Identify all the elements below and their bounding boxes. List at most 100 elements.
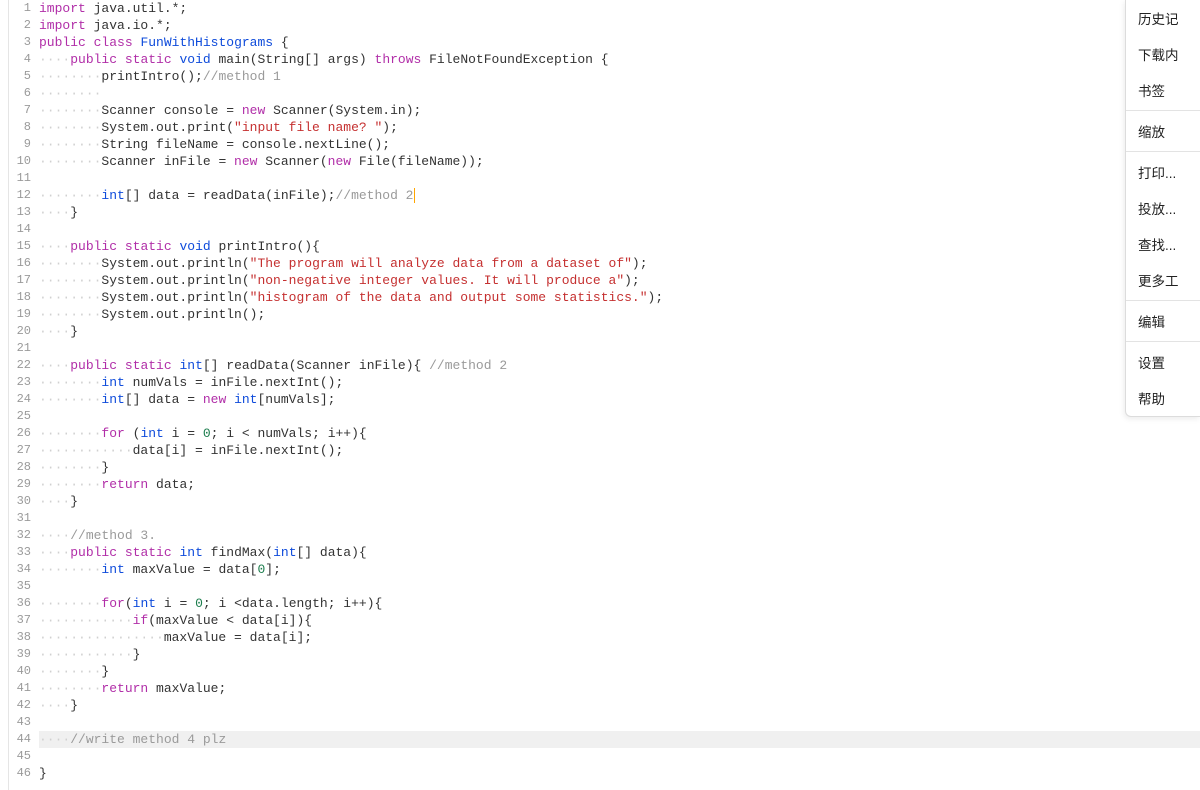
code-line[interactable]: ····} <box>39 697 1200 714</box>
code-line[interactable]: } <box>39 765 1200 782</box>
code-area[interactable]: import java.util.*;import java.io.*;publ… <box>39 0 1200 790</box>
token-def: i = <box>164 426 203 441</box>
indent-guide: ········ <box>39 256 101 271</box>
code-line[interactable]: ········System.out.println(); <box>39 306 1200 323</box>
code-line[interactable]: ········} <box>39 663 1200 680</box>
code-line[interactable]: ········return maxValue; <box>39 680 1200 697</box>
menu-item[interactable]: 缩放 <box>1126 113 1200 149</box>
indent-guide: ············ <box>39 647 133 662</box>
code-line[interactable]: ········for(int i = 0; i <data.length; i… <box>39 595 1200 612</box>
code-line[interactable] <box>39 408 1200 425</box>
code-line[interactable]: ············} <box>39 646 1200 663</box>
code-line[interactable]: ····//write method 4 plz <box>39 731 1200 748</box>
code-line[interactable]: ········for (int i = 0; i < numVals; i++… <box>39 425 1200 442</box>
code-line[interactable]: ········int numVals = inFile.nextInt(); <box>39 374 1200 391</box>
token-kw2: int <box>179 358 202 373</box>
code-line[interactable] <box>39 578 1200 595</box>
token-def <box>117 52 125 67</box>
token-def: [] data){ <box>297 545 367 560</box>
menu-item[interactable]: 编辑 <box>1126 303 1200 339</box>
code-line[interactable]: ····//method 3. <box>39 527 1200 544</box>
indent-guide: ········ <box>39 681 101 696</box>
code-line[interactable]: ····} <box>39 323 1200 340</box>
token-def: ); <box>632 256 648 271</box>
code-line[interactable]: ····} <box>39 204 1200 221</box>
indent-guide: ···· <box>39 528 70 543</box>
code-line[interactable]: public class FunWithHistograms { <box>39 34 1200 51</box>
code-line[interactable] <box>39 221 1200 238</box>
line-number: 29 <box>9 476 31 493</box>
code-line[interactable]: ········Scanner inFile = new Scanner(new… <box>39 153 1200 170</box>
code-line[interactable]: ········System.out.print("input file nam… <box>39 119 1200 136</box>
code-line[interactable] <box>39 510 1200 527</box>
line-number: 43 <box>9 714 31 731</box>
code-line[interactable]: ····public static void printIntro(){ <box>39 238 1200 255</box>
token-def: } <box>101 460 109 475</box>
code-line[interactable]: ····public static int findMax(int[] data… <box>39 544 1200 561</box>
line-number: 9 <box>9 136 31 153</box>
menu-item[interactable]: 下载内 <box>1126 36 1200 72</box>
indent-guide: ········ <box>39 103 101 118</box>
token-kw2: int <box>140 426 163 441</box>
browser-context-menu[interactable]: 历史记下载内书签缩放打印...投放...查找...更多工编辑设置帮助 <box>1125 0 1200 417</box>
code-line[interactable]: ········System.out.println("The program … <box>39 255 1200 272</box>
code-line[interactable]: ········int maxValue = data[0]; <box>39 561 1200 578</box>
menu-item[interactable]: 帮助 <box>1126 380 1200 416</box>
line-number: 22 <box>9 357 31 374</box>
code-line[interactable]: ····} <box>39 493 1200 510</box>
line-number: 13 <box>9 204 31 221</box>
code-line[interactable] <box>39 340 1200 357</box>
token-def: java.io.*; <box>86 18 172 33</box>
code-line[interactable]: import java.util.*; <box>39 0 1200 17</box>
indent-guide: ················ <box>39 630 164 645</box>
code-line[interactable]: import java.io.*; <box>39 17 1200 34</box>
menu-item[interactable]: 更多工 <box>1126 262 1200 298</box>
line-number: 28 <box>9 459 31 476</box>
menu-item[interactable]: 打印... <box>1126 154 1200 190</box>
code-line[interactable]: ········int[] data = readData(inFile);//… <box>39 187 1200 204</box>
token-def: ); <box>382 120 398 135</box>
line-number: 15 <box>9 238 31 255</box>
token-kw2: int <box>273 545 296 560</box>
code-line[interactable]: ········Scanner console = new Scanner(Sy… <box>39 102 1200 119</box>
token-kw: public <box>70 545 117 560</box>
line-number: 1 <box>9 0 31 17</box>
token-def: System.out.println( <box>101 256 249 271</box>
code-line[interactable]: ············if(maxValue < data[i]){ <box>39 612 1200 629</box>
menu-item[interactable]: 查找... <box>1126 226 1200 262</box>
code-line[interactable]: ············data[i] = inFile.nextInt(); <box>39 442 1200 459</box>
indent-guide: ········ <box>39 477 101 492</box>
line-number: 36 <box>9 595 31 612</box>
token-com: //method 2 <box>429 358 507 373</box>
token-def: FileNotFoundException { <box>421 52 608 67</box>
code-line[interactable]: ········int[] data = new int[numVals]; <box>39 391 1200 408</box>
menu-item[interactable]: 设置 <box>1126 344 1200 380</box>
token-def <box>117 239 125 254</box>
menu-item[interactable]: 书签 <box>1126 72 1200 108</box>
line-number: 26 <box>9 425 31 442</box>
indent-guide: ···· <box>39 698 70 713</box>
code-line[interactable]: ········String fileName = console.nextLi… <box>39 136 1200 153</box>
code-line[interactable]: ········} <box>39 459 1200 476</box>
line-number: 2 <box>9 17 31 34</box>
code-line[interactable]: ····public static int[] readData(Scanner… <box>39 357 1200 374</box>
code-line[interactable]: ····public static void main(String[] arg… <box>39 51 1200 68</box>
code-line[interactable]: ········System.out.println("histogram of… <box>39 289 1200 306</box>
code-line[interactable]: ················maxValue = data[i]; <box>39 629 1200 646</box>
token-kw: public <box>70 239 117 254</box>
code-line[interactable]: ········System.out.println("non-negative… <box>39 272 1200 289</box>
code-editor[interactable]: 1234567891011121314151617181920212223242… <box>8 0 1200 790</box>
menu-item[interactable]: 投放... <box>1126 190 1200 226</box>
code-line[interactable] <box>39 748 1200 765</box>
indent-guide: ···· <box>39 358 70 373</box>
code-line[interactable]: ········return data; <box>39 476 1200 493</box>
code-line[interactable] <box>39 714 1200 731</box>
menu-item[interactable]: 历史记 <box>1126 0 1200 36</box>
code-line[interactable]: ········ <box>39 85 1200 102</box>
token-def: maxValue; <box>148 681 226 696</box>
code-line[interactable]: ········printIntro();//method 1 <box>39 68 1200 85</box>
indent-guide: ········ <box>39 154 101 169</box>
token-kw2: int <box>101 188 124 203</box>
code-line[interactable] <box>39 170 1200 187</box>
indent-guide: ············ <box>39 443 133 458</box>
